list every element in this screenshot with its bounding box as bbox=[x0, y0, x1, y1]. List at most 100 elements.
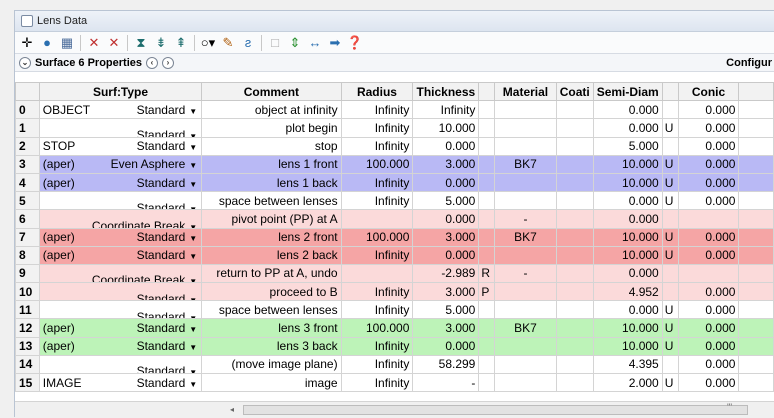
surf-type-cell[interactable]: Coordinate Break ▼ bbox=[38, 263, 203, 284]
coating-cell[interactable] bbox=[555, 100, 594, 120]
thickness-solve-cell[interactable] bbox=[478, 336, 496, 356]
thickness-cell[interactable]: 58.299 bbox=[412, 354, 480, 375]
prev-surface-icon[interactable]: ‹ bbox=[146, 56, 158, 69]
row-number[interactable]: 10 bbox=[15, 282, 40, 302]
solve-icon-2[interactable]: ✕ bbox=[105, 34, 123, 52]
col-header-comment[interactable]: Comment bbox=[201, 81, 342, 102]
thickness-cell[interactable]: 3.000 bbox=[412, 282, 480, 302]
thickness-cell[interactable]: -2.989 bbox=[412, 263, 480, 284]
col-header-thickness-solve[interactable] bbox=[478, 81, 496, 102]
scroll-left-icon[interactable]: ◂ bbox=[230, 405, 234, 414]
material-cell[interactable]: - bbox=[494, 209, 557, 229]
conic-cell[interactable] bbox=[677, 263, 740, 284]
semi-diameter-cell[interactable]: 0.000 bbox=[592, 100, 663, 120]
material-cell[interactable]: BK7 bbox=[494, 318, 557, 338]
dropdown-arrow-icon[interactable]: ▼ bbox=[189, 143, 197, 152]
surf-type-cell[interactable]: (aper) Standard ▼ bbox=[38, 318, 203, 338]
col-header-coating[interactable]: Coati bbox=[555, 81, 594, 102]
dropdown-arrow-icon[interactable]: ▼ bbox=[189, 325, 197, 334]
radius-cell[interactable] bbox=[340, 209, 414, 229]
extra-cell[interactable] bbox=[738, 118, 774, 138]
row-number[interactable]: 8 bbox=[15, 245, 40, 265]
radius-cell[interactable]: Infinity bbox=[340, 136, 414, 156]
thickness-cell[interactable]: 10.000 bbox=[412, 118, 480, 138]
surf-type-cell[interactable]: OBJECT Standard ▼ bbox=[38, 100, 203, 120]
material-cell[interactable] bbox=[494, 372, 557, 393]
thickness-solve-cell[interactable] bbox=[478, 372, 496, 393]
coating-cell[interactable] bbox=[555, 318, 594, 338]
surf-type-cell[interactable]: (aper) Even Asphere ▼ bbox=[38, 154, 203, 174]
extra-cell[interactable] bbox=[738, 372, 774, 393]
surf-type-cell[interactable]: Standard ▼ bbox=[38, 118, 203, 138]
radius-cell[interactable]: Infinity bbox=[340, 100, 414, 120]
move-icon[interactable]: ✛ bbox=[18, 34, 36, 52]
row-number[interactable]: 15 bbox=[15, 372, 40, 393]
arrows-icon[interactable]: ↔ bbox=[306, 34, 324, 52]
surface-type-dropdown[interactable]: Standard ▼ bbox=[137, 128, 198, 136]
thickness-cell[interactable]: 0.000 bbox=[412, 172, 480, 193]
conic-cell[interactable]: 0.000 bbox=[677, 100, 740, 120]
thickness-cell[interactable]: Infinity bbox=[412, 100, 480, 120]
surf-type-cell[interactable]: Coordinate Break ▼ bbox=[38, 209, 203, 229]
extra-cell[interactable] bbox=[738, 100, 774, 120]
material-cell[interactable]: BK7 bbox=[494, 227, 557, 247]
semi-diameter-solve-cell[interactable] bbox=[661, 354, 679, 375]
comment-cell[interactable]: lens 1 back bbox=[201, 172, 342, 193]
thickness-cell[interactable]: 5.000 bbox=[412, 191, 480, 211]
row-number[interactable]: 7 bbox=[15, 227, 40, 247]
radius-cell[interactable]: Infinity bbox=[340, 336, 414, 356]
thickness-solve-cell[interactable] bbox=[478, 300, 496, 320]
surface-type-dropdown[interactable]: Standard ▼ bbox=[137, 230, 198, 244]
surface-type-dropdown[interactable]: Standard ▼ bbox=[137, 310, 198, 318]
table-row[interactable]: 4 (aper) Standard ▼ lens 1 back Infinity 0.000… bbox=[15, 172, 774, 193]
comment-cell[interactable]: object at infinity bbox=[201, 100, 342, 120]
surf-type-cell[interactable]: Standard ▼ bbox=[38, 191, 203, 211]
conic-cell[interactable]: 0.000 bbox=[677, 245, 740, 265]
extra-cell[interactable] bbox=[738, 154, 774, 174]
thickness-solve-cell[interactable] bbox=[478, 245, 496, 265]
semi-diameter-cell[interactable]: 10.000 bbox=[592, 154, 663, 174]
updown-icon[interactable]: ⇕ bbox=[286, 34, 304, 52]
solve-icon-1[interactable]: ✕ bbox=[85, 34, 103, 52]
radius-cell[interactable]: Infinity bbox=[340, 282, 414, 302]
coating-cell[interactable] bbox=[555, 172, 594, 193]
semi-diameter-cell[interactable]: 10.000 bbox=[592, 245, 663, 265]
col-header-conic[interactable]: Conic bbox=[677, 81, 740, 102]
thickness-solve-cell[interactable] bbox=[478, 172, 496, 193]
extra-cell[interactable] bbox=[738, 300, 774, 320]
semi-diameter-solve-cell[interactable]: U bbox=[661, 118, 679, 138]
table-row[interactable]: 7 (aper) Standard ▼ lens 2 front 100.000 3.000… bbox=[15, 227, 774, 247]
coating-cell[interactable] bbox=[555, 336, 594, 356]
right-arrow-icon[interactable]: ➡ bbox=[326, 34, 344, 52]
col-header-surf-type[interactable]: Surf:Type bbox=[38, 81, 203, 102]
surface-type-dropdown[interactable]: Standard ▼ bbox=[137, 201, 198, 209]
comment-cell[interactable]: proceed to B bbox=[201, 282, 342, 302]
coating-cell[interactable] bbox=[555, 154, 594, 174]
extra-cell[interactable] bbox=[738, 136, 774, 156]
extra-cell[interactable] bbox=[738, 245, 774, 265]
comment-cell[interactable]: plot begin bbox=[201, 118, 342, 138]
thickness-solve-cell[interactable] bbox=[478, 209, 496, 229]
row-number[interactable]: 14 bbox=[15, 354, 40, 375]
material-cell[interactable] bbox=[494, 118, 557, 138]
material-cell[interactable] bbox=[494, 282, 557, 302]
surf-type-cell[interactable]: Standard ▼ bbox=[38, 354, 203, 375]
radius-cell[interactable]: Infinity bbox=[340, 172, 414, 193]
thickness-cell[interactable]: 0.000 bbox=[412, 209, 480, 229]
material-cell[interactable] bbox=[494, 336, 557, 356]
surface-type-dropdown[interactable]: Standard ▼ bbox=[137, 176, 198, 190]
surface-type-dropdown[interactable]: Coordinate Break ▼ bbox=[92, 273, 197, 281]
surface-type-dropdown[interactable]: Standard ▼ bbox=[137, 339, 198, 353]
semi-diameter-cell[interactable]: 10.000 bbox=[592, 318, 663, 338]
comment-cell[interactable]: space between lenses bbox=[201, 300, 342, 320]
thickness-cell[interactable]: 0.000 bbox=[412, 136, 480, 156]
table-row[interactable]: 2 STOP Standard ▼ stop Infinity 0.000 5.000 0.00… bbox=[15, 136, 774, 156]
table-row[interactable]: 5 Standard ▼ space between lenses Infinity 5.… bbox=[15, 191, 774, 211]
semi-diameter-cell[interactable]: 4.395 bbox=[592, 354, 663, 375]
surface-type-dropdown[interactable]: Standard ▼ bbox=[137, 321, 198, 335]
row-number[interactable]: 6 bbox=[15, 209, 40, 229]
conic-cell[interactable]: 0.000 bbox=[677, 136, 740, 156]
conic-cell[interactable]: 0.000 bbox=[677, 318, 740, 338]
radius-cell[interactable]: 100.000 bbox=[340, 318, 414, 338]
thickness-solve-cell[interactable] bbox=[478, 100, 496, 120]
